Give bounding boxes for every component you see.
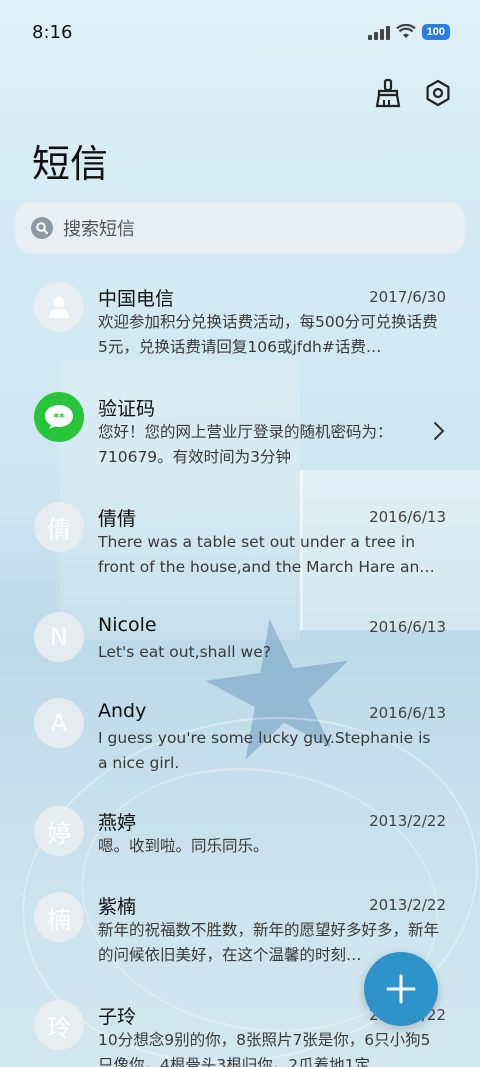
message-date: 2016/6/13	[369, 618, 446, 636]
contact-avatar: 倩	[34, 502, 84, 552]
message-sender: 燕婷	[98, 812, 137, 834]
contact-avatar	[34, 282, 84, 332]
page-title: 短信	[32, 142, 109, 186]
message-sender: 倩倩	[98, 508, 137, 530]
svg-text:**: **	[53, 411, 65, 424]
message-sender: 紫楠	[98, 896, 137, 918]
gear-icon	[426, 79, 450, 107]
message-sender: 子玲	[98, 1006, 137, 1028]
new-message-button[interactable]	[364, 952, 438, 1026]
message-sender: Nicole	[98, 614, 157, 636]
message-preview: 您好！您的网上营业厅登录的随机密码为：710679。有效时间为3分钟	[98, 423, 393, 466]
contact-avatar: N	[34, 612, 84, 662]
status-bar: 8:16 100	[0, 0, 480, 66]
contact-avatar: 婷	[34, 806, 84, 856]
message-item[interactable]: ** 验证码 您好！您的网上营业厅登录的随机密码为：710679。有效时间为3分…	[0, 380, 480, 480]
verification-avatar: **	[34, 392, 84, 442]
message-preview: Let's eat out,shall we?	[98, 643, 271, 661]
message-preview: 10分想念9别的你，8张照片7张是你，6只小狗5只像你，4根骨头3根归你，2爪着…	[98, 1031, 431, 1067]
message-item[interactable]: A Andy 2016/6/13 I guess you're some luc…	[0, 686, 480, 786]
message-sender: 中国电信	[98, 288, 175, 310]
status-icons: 100	[367, 24, 450, 40]
message-date: 2016/6/13	[369, 508, 446, 526]
plus-icon	[386, 974, 416, 1004]
message-date: 2013/2/22	[369, 812, 446, 830]
chat-bubble-icon: **	[45, 405, 73, 429]
message-date: 2017/6/30	[369, 288, 446, 306]
message-date: 2013/2/22	[369, 896, 446, 914]
message-sender: Andy	[98, 700, 147, 722]
search-icon	[31, 217, 53, 239]
message-preview: I guess you're some lucky guy.Stephanie …	[98, 729, 431, 772]
battery-indicator: 100	[421, 24, 450, 40]
status-time: 8:16	[32, 22, 73, 43]
settings-button[interactable]	[422, 77, 454, 109]
message-preview: There was a table set out under a tree i…	[98, 533, 435, 576]
clean-button[interactable]	[372, 77, 404, 109]
wifi-icon	[395, 24, 416, 38]
contact-avatar: A	[34, 698, 84, 748]
person-icon	[49, 296, 69, 318]
message-sender: 验证码	[98, 398, 156, 420]
message-item[interactable]: 婷 燕婷 2013/2/22 嗯。收到啦。同乐同乐。	[0, 796, 480, 876]
broom-icon	[375, 78, 401, 108]
message-preview: 嗯。收到啦。同乐同乐。	[98, 837, 269, 855]
signal-icon	[367, 24, 390, 40]
message-item[interactable]: N Nicole 2016/6/13 Let's eat out,shall w…	[0, 600, 480, 680]
search-input[interactable]: 搜索短信	[15, 202, 465, 254]
search-placeholder: 搜索短信	[63, 219, 135, 240]
message-preview: 欢迎参加积分兑换话费活动，每500分可兑换话费5元，兑换话费请回复106或jfd…	[98, 313, 438, 356]
message-date: 2016/6/13	[369, 704, 446, 722]
message-item[interactable]: 中国电信 2017/6/30 欢迎参加积分兑换话费活动，每500分可兑换话费5元…	[0, 270, 480, 370]
contact-avatar: 楠	[34, 892, 84, 942]
header-actions	[372, 77, 454, 109]
message-item[interactable]: 倩 倩倩 2016/6/13 There was a table set out…	[0, 490, 480, 590]
contact-avatar: 玲	[34, 1000, 84, 1050]
chevron-right-icon	[434, 422, 445, 440]
